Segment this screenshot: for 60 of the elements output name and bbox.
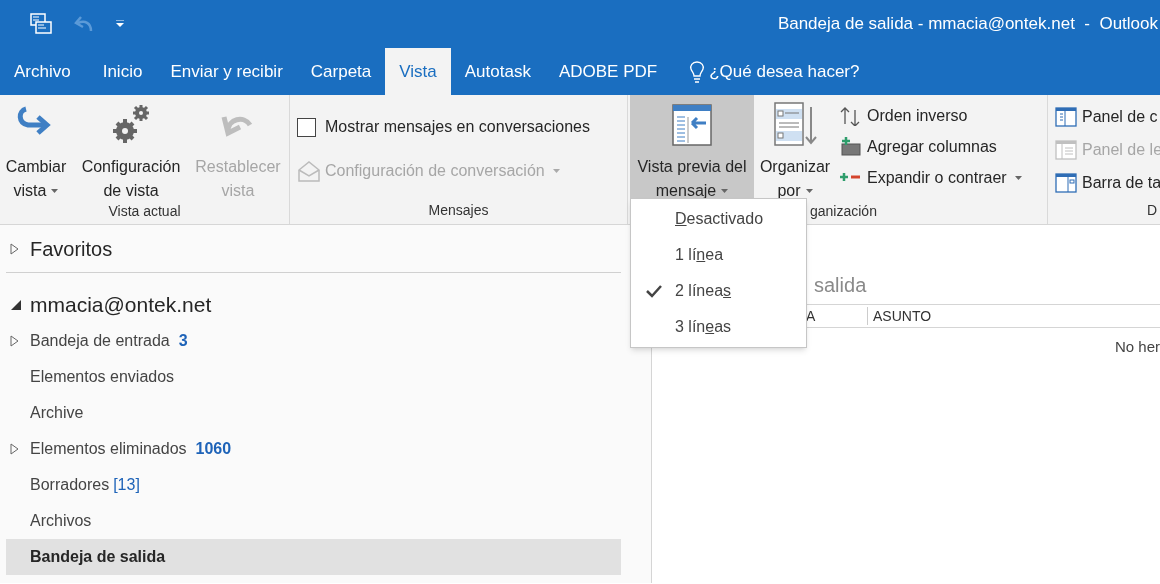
sort-arrows-icon <box>840 105 862 126</box>
folder-name: Borradores <box>30 475 110 495</box>
folder-item[interactable]: Archive <box>6 395 621 431</box>
menu-item[interactable]: 1 línea <box>631 237 806 273</box>
section-header[interactable]: Favoritos <box>30 233 113 264</box>
add-column-icon <box>840 136 862 157</box>
command-button[interactable]: Agregar columnas <box>840 131 1022 162</box>
sorted-list-icon <box>771 101 819 149</box>
folder-count: [13] <box>113 475 140 495</box>
customize-icon[interactable] <box>115 20 125 28</box>
checkbox-label: Mostrar mensajes en conversaciones <box>325 117 590 137</box>
ribbon-tab[interactable]: Archivo <box>0 48 89 95</box>
empty-message: No her <box>1114 337 1160 357</box>
ribbon-tab[interactable]: Enviar y recibir <box>156 48 297 95</box>
pane-layout-icon <box>1055 105 1077 128</box>
column-header[interactable]: ASUNTO <box>868 307 936 325</box>
group-label: Mensajes <box>428 202 489 218</box>
folder-name: Archivos <box>30 511 92 531</box>
ribbon-tab[interactable]: ADOBE PDF <box>544 48 672 95</box>
ribbon-tab[interactable]: Vista <box>385 48 451 95</box>
ribbon-tab[interactable]: Autotask <box>450 48 545 95</box>
group-label: D <box>1146 202 1157 218</box>
menu-item[interactable]: Desactivado <box>631 201 806 237</box>
folder-count: 1060 <box>195 439 232 459</box>
folder-name: Elementos enviados <box>30 367 175 387</box>
folder-item[interactable]: Archivos <box>6 503 621 539</box>
folder-name: Archive <box>30 403 84 423</box>
folder-name: Bandeja de entrada <box>30 331 170 351</box>
ribbon-button[interactable]: Organizar por <box>754 95 836 201</box>
folder-name: Bandeja de salida <box>30 547 166 567</box>
ribbon-button[interactable]: Cambiar vista <box>0 95 72 201</box>
pane-layout-icon <box>1055 138 1077 161</box>
ribbon-tab[interactable]: Carpeta <box>296 48 386 95</box>
window-title: Bandeja de salida - mmacia@ontek.net - Outlook <box>777 13 1159 36</box>
tell-me-field[interactable]: ¿Qué desea hacer? <box>709 58 860 85</box>
command-button[interactable]: Expandir o contraer <box>840 162 1022 193</box>
ribbon-tab[interactable]: Inicio <box>88 48 157 95</box>
command-button[interactable]: Orden inverso <box>840 100 1022 131</box>
ribbon-button[interactable]: Configuración de vista <box>72 95 190 201</box>
group-label: Vista actual <box>108 203 181 219</box>
folder-name: Elementos eliminados <box>30 439 187 459</box>
pane-layout-icon <box>1055 171 1077 194</box>
collapse-triangle-icon[interactable] <box>10 299 22 311</box>
command-button[interactable]: Panel de c <box>1055 100 1160 133</box>
folder-title: salida <box>814 273 867 298</box>
folder-item[interactable]: Borradores [13] <box>6 467 621 503</box>
account-header[interactable]: mmacia@ontek.net <box>30 289 212 321</box>
folder-item[interactable]: Elementos eliminados 1060 <box>6 431 621 467</box>
menu-item[interactable]: 3 líneas <box>631 309 806 345</box>
envelope-icon <box>297 160 321 182</box>
send-receive-icon[interactable] <box>29 12 53 36</box>
folder-item[interactable]: Bandeja de entrada 3 <box>6 323 621 359</box>
folder-count: 3 <box>178 331 188 351</box>
menu-item[interactable]: 2 líneas <box>631 273 806 309</box>
lightbulb-icon <box>689 59 706 84</box>
group-label: ganización <box>810 203 877 219</box>
checkbox[interactable] <box>297 117 316 137</box>
folder-item[interactable]: Elementos enviados <box>6 359 621 395</box>
ribbon-button[interactable]: Vista previa del mensaje <box>630 95 754 201</box>
folder-item[interactable]: Bandeja de salida <box>6 539 621 575</box>
